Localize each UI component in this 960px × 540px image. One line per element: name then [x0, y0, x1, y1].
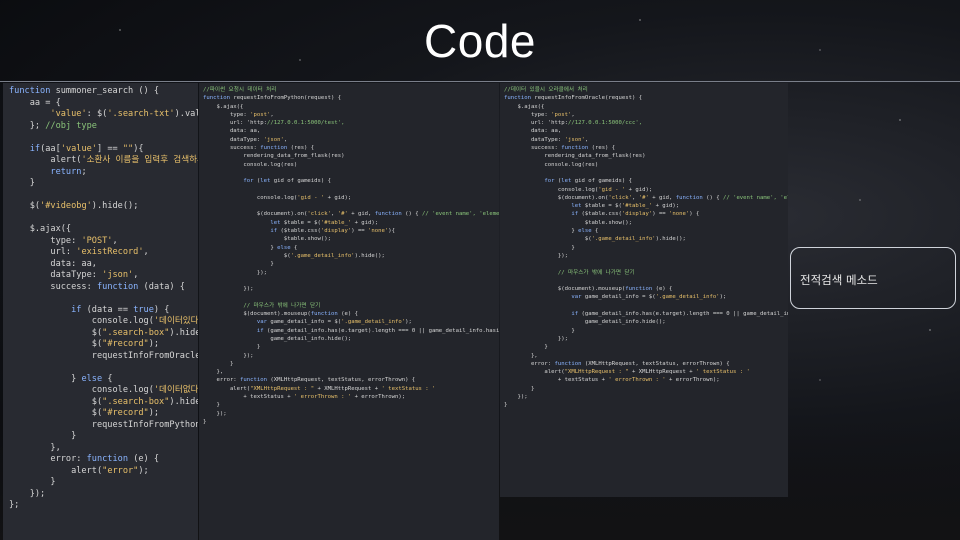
code-block-request-python: //파이썬 요청시 데이터 처리 function requestInfoFro…: [203, 87, 499, 425]
code-block-request-oracle: //데이터 있을시 오라클에서 처리 function requestInfoF…: [504, 87, 788, 409]
title-divider: [0, 81, 960, 82]
code-block-summoner-search: function summoner_search () { aa = { 'va…: [9, 86, 198, 510]
code-screenshot-request-oracle: //데이터 있을시 오라클에서 처리 function requestInfoF…: [500, 83, 788, 497]
code-screenshot-summoner-search: function summoner_search () { aa = { 'va…: [3, 83, 198, 540]
method-note-box: 전적검색 메소드: [790, 247, 956, 309]
method-note-text: 전적검색 메소드: [800, 273, 878, 287]
code-screenshot-request-python: //파이썬 요청시 데이터 처리 function requestInfoFro…: [199, 83, 499, 540]
slide-title: Code: [424, 15, 536, 67]
